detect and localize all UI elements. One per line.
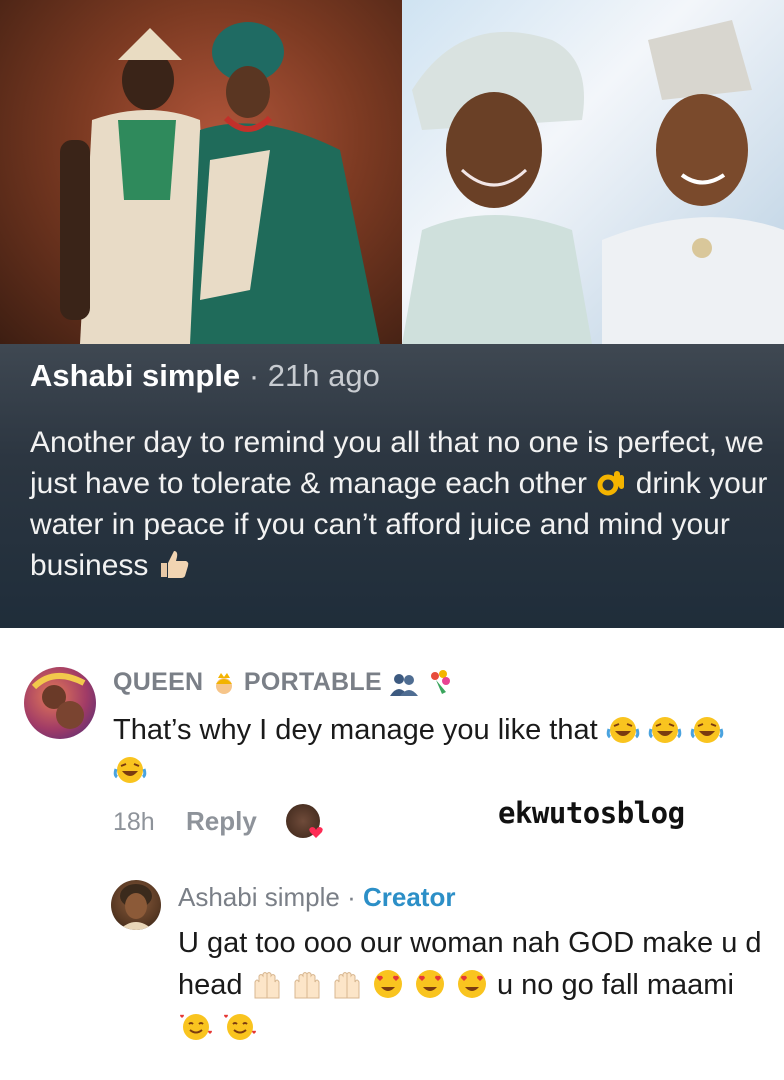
reply-text-part2: u no go fall maami	[496, 969, 734, 1001]
reply-text: U gat too ooo our woman nah GOD make u d…	[178, 922, 768, 1048]
commenter-username-part2: PORTABLE	[243, 668, 382, 696]
post-text: Another day to remind you all that no on…	[30, 422, 770, 586]
bouquet-emoji-icon	[431, 670, 451, 694]
couple-photo-left	[0, 0, 402, 344]
post-separator: ·	[248, 358, 260, 393]
post-author[interactable]: Ashabi simple	[30, 358, 240, 393]
couple-photo-right	[402, 0, 784, 344]
creator-liked-avatar	[286, 804, 323, 838]
comment-timestamp: 18h	[113, 808, 155, 836]
comment-text-body: That’s why I dey manage you like that	[113, 714, 606, 746]
commenter-username-part1: QUEEN	[113, 668, 204, 696]
commenter-avatar[interactable]	[24, 667, 96, 739]
reply-header: Ashabi simple · Creator	[178, 882, 455, 913]
raising-hands-emoji-icon	[254, 972, 280, 999]
post-header: Ashabi simple · 21h ago	[30, 358, 380, 394]
post-timestamp: 21h ago	[267, 358, 380, 393]
ok-hand-emoji-icon	[597, 471, 625, 496]
smiling-face-with-hearts-emoji-icon	[224, 1014, 257, 1040]
reply-author[interactable]: Ashabi simple	[178, 882, 340, 912]
raising-hands-emoji-icon	[294, 972, 320, 999]
commenter-username[interactable]: QUEEN PORTABLE	[113, 668, 454, 697]
laughing-emoji-icon	[113, 757, 147, 783]
laughing-emoji-icon	[606, 717, 640, 743]
heart-eyes-emoji-icon	[457, 970, 486, 998]
heart-eyes-emoji-icon	[373, 970, 402, 998]
laughing-emoji-icon	[648, 717, 682, 743]
couple-silhouette-emoji-icon	[390, 674, 419, 696]
princess-emoji-icon	[215, 673, 232, 694]
comment-text: That’s why I dey manage you like that	[113, 710, 753, 790]
post-caption: Ashabi simple · 21h ago Another day to r…	[0, 344, 784, 628]
heart-icon	[309, 827, 323, 838]
reply-separator: ·	[339, 882, 363, 912]
raising-hands-emoji-icon	[334, 972, 360, 999]
watermark: ekwutosblog	[498, 796, 685, 830]
post-photos	[0, 0, 784, 344]
smiling-face-with-hearts-emoji-icon	[180, 1014, 212, 1040]
laughing-emoji-icon	[690, 717, 724, 743]
thumbs-up-emoji-icon	[160, 551, 188, 578]
heart-eyes-emoji-icon	[415, 970, 444, 998]
creator-badge: Creator	[362, 882, 456, 912]
reply-author-avatar[interactable]	[111, 880, 161, 930]
reply-button[interactable]: Reply	[186, 806, 257, 837]
